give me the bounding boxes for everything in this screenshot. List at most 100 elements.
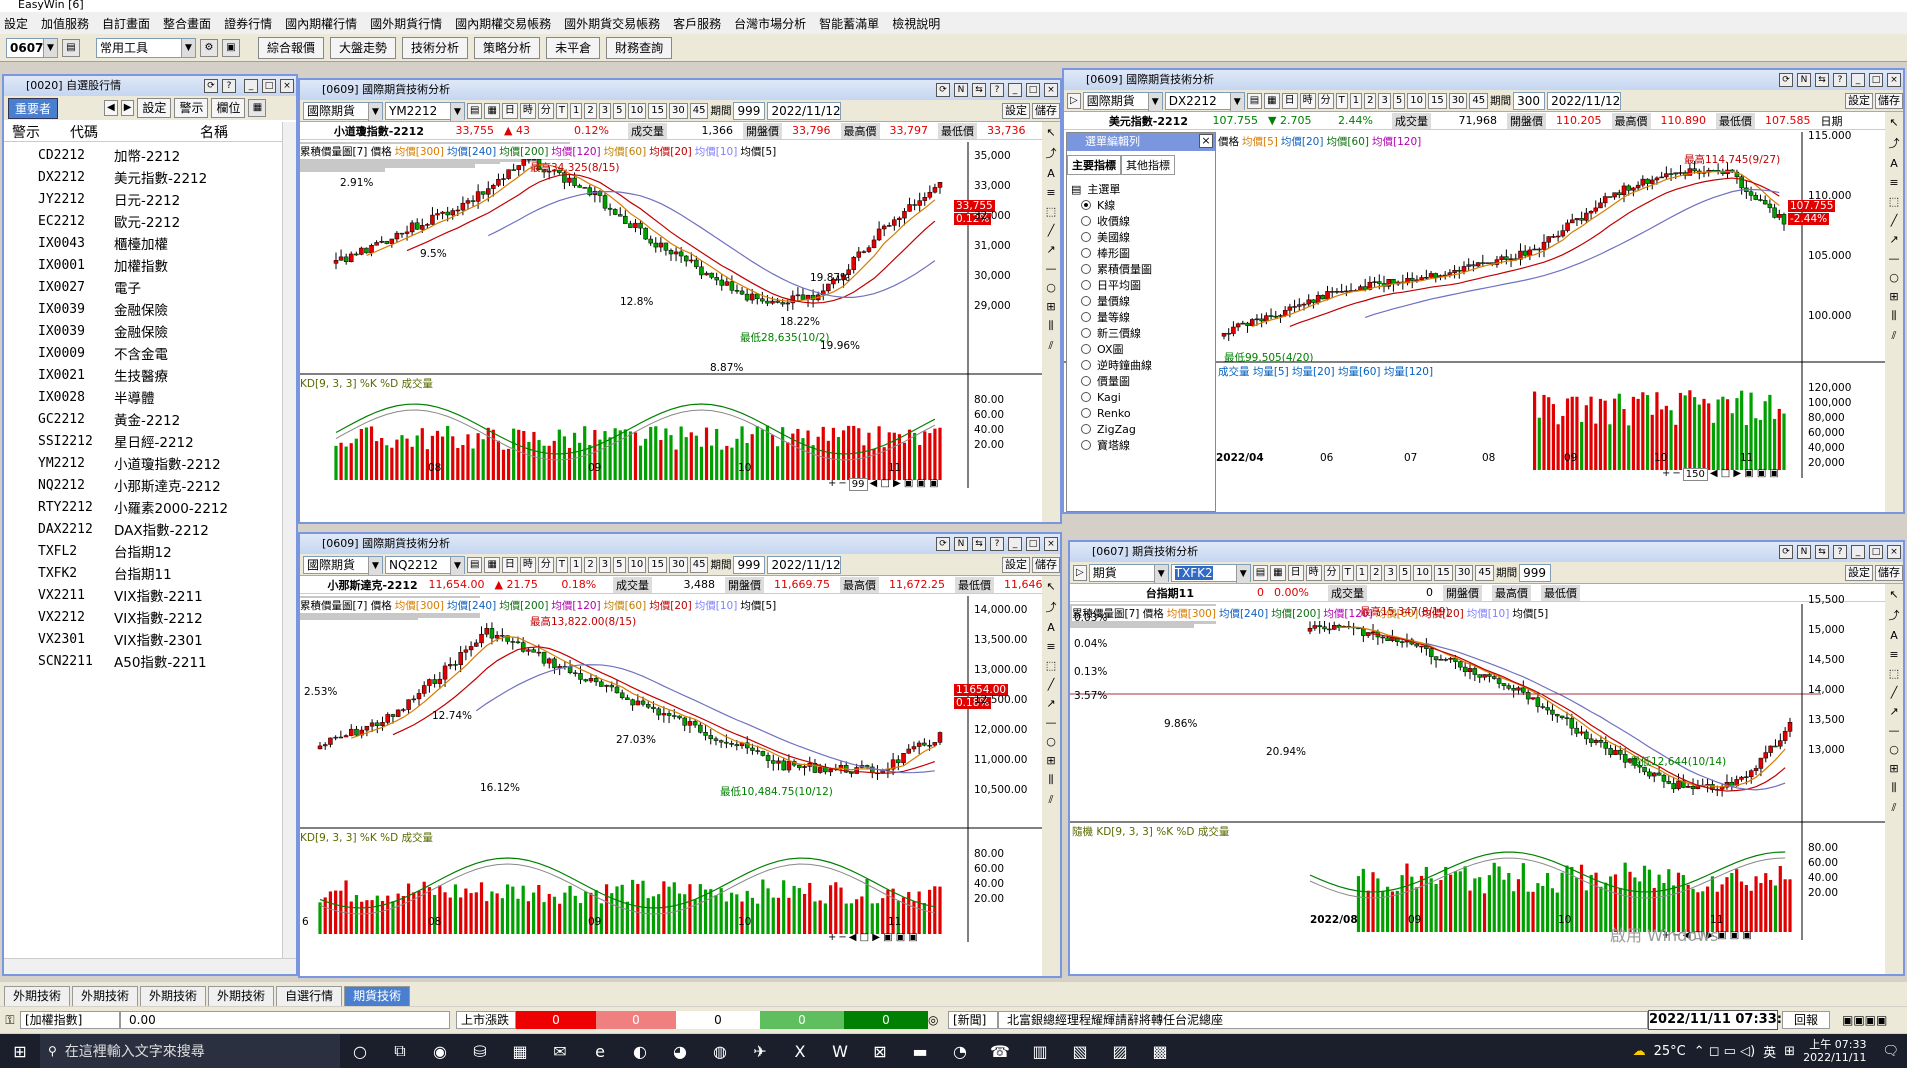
menu-item-10[interactable]: 台灣市場分析 <box>734 15 806 32</box>
indicator-option[interactable]: 累積價量圖 <box>1067 261 1215 277</box>
menu-item-4[interactable]: 證券行情 <box>224 15 272 32</box>
refresh-icon[interactable]: ⟳ <box>936 83 950 97</box>
layout-icons[interactable]: ▣▣▣▣ <box>1842 1013 1887 1027</box>
menu-item-5[interactable]: 國內期權行情 <box>285 15 357 32</box>
period-button-2[interactable]: 分 <box>537 102 554 119</box>
draw-tool-icon[interactable]: A <box>1047 621 1055 634</box>
watchlist-row[interactable]: IX0027 電子 <box>4 276 282 298</box>
draw-tool-icon[interactable]: ↖ <box>1889 116 1898 129</box>
draw-tool-icon[interactable]: A <box>1047 167 1055 180</box>
period-button-9[interactable]: 15 <box>1427 92 1447 109</box>
play-icon[interactable]: ▷ <box>1073 564 1087 581</box>
report-button[interactable]: 回報 <box>1782 1011 1830 1029</box>
calendar-icon[interactable]: ▦ <box>1264 92 1280 109</box>
draw-tool-icon[interactable]: ╱ <box>1048 678 1055 691</box>
market-combo[interactable]: 期貨 ▼ <box>1088 563 1169 583</box>
toolbar-button-4[interactable]: 未平倉 <box>546 36 601 59</box>
news-ticker[interactable]: 北富銀總經理程耀輝請辭將轉任台泥總座 <box>998 1011 1648 1029</box>
zoom-out-icon[interactable]: − <box>838 932 846 943</box>
maximize-icon[interactable]: □ <box>1026 537 1040 551</box>
chart-type-icon[interactable]: ▤ <box>467 102 483 119</box>
indicator-option[interactable]: 棒形圖 <box>1067 245 1215 261</box>
taskbar-app-icon[interactable]: ✉ <box>545 1039 575 1063</box>
draw-tool-icon[interactable]: ⤴ <box>1046 599 1057 615</box>
toolbar-button-1[interactable]: 大盤走勢 <box>330 36 397 59</box>
period-button-8[interactable]: 10 <box>627 102 647 119</box>
menu-item-8[interactable]: 國外期貨交易帳務 <box>564 15 660 32</box>
taskbar-app-icon[interactable]: ○ <box>345 1039 375 1063</box>
draw-tool-icon[interactable]: ○ <box>1046 281 1056 294</box>
n-icon[interactable]: N <box>1797 545 1811 559</box>
draw-tool-icon[interactable]: ↗ <box>1889 705 1898 718</box>
draw-tool-icon[interactable]: A <box>1890 629 1898 642</box>
watchlist-row[interactable]: VX2211 VIX指數-2211 <box>4 584 282 606</box>
draw-tool-icon[interactable]: ⫽ <box>1049 793 1054 807</box>
period-input[interactable]: 999 <box>733 555 766 574</box>
taskbar-app-icon[interactable]: ▧ <box>1065 1039 1095 1063</box>
menu-item-7[interactable]: 國內期權交易帳務 <box>455 15 551 32</box>
watchlist-hscrollbar[interactable] <box>4 958 296 974</box>
tree-root[interactable]: ▤ 主選單 <box>1067 181 1215 197</box>
indicator-option[interactable]: 收價線 <box>1067 213 1215 229</box>
watchlist-row[interactable]: IX0009 不含金電 <box>4 342 282 364</box>
ime-indicator[interactable]: 英 <box>1763 1042 1776 1061</box>
bottom-tab-1[interactable]: 外期技術 <box>72 986 139 1006</box>
zoom-out-icon[interactable]: − <box>838 478 846 491</box>
market-combo[interactable]: 國際期貨 ▼ <box>303 555 383 575</box>
period-button-1[interactable]: 時 <box>1299 92 1316 109</box>
menu-item-0[interactable]: 設定 <box>4 15 28 32</box>
link-icon[interactable]: ⇆ <box>972 83 986 97</box>
next-icon[interactable]: ▶ <box>120 100 135 116</box>
watchlist-row[interactable]: YM2212 小道瓊指數-2212 <box>4 452 282 474</box>
watchlist-row[interactable]: JY2212 日元-2212 <box>4 188 282 210</box>
zoom-in-icon[interactable]: + <box>1662 468 1670 481</box>
minimize-icon[interactable]: _ <box>1008 83 1022 97</box>
window-icon[interactable]: ▣ <box>222 38 240 57</box>
chart-save-button[interactable]: 儲存 <box>1032 102 1060 119</box>
indicator-option[interactable]: 價量圖 <box>1067 373 1215 389</box>
period-button-7[interactable]: 5 <box>1392 92 1406 109</box>
watchlist-row[interactable]: VX2212 VIX指數-2212 <box>4 606 282 628</box>
calendar-icon[interactable]: ▦ <box>484 102 500 119</box>
draw-tool-icon[interactable]: ↗ <box>1046 697 1055 710</box>
taskbar-app-icon[interactable]: ◔ <box>945 1039 975 1063</box>
watchlist-row[interactable]: CD2212 加幣-2212 <box>4 144 282 166</box>
gear-icon[interactable]: ⚙ <box>200 38 218 57</box>
draw-tool-icon[interactable]: ↗ <box>1889 233 1898 246</box>
period-button-7[interactable]: 5 <box>1398 564 1412 581</box>
refresh-icon[interactable]: ⟳ <box>1779 73 1793 87</box>
period-button-1[interactable]: 時 <box>1305 564 1322 581</box>
draw-tool-icon[interactable]: ⬚ <box>1889 667 1899 680</box>
toolbar-button-5[interactable]: 財務查詢 <box>606 36 673 59</box>
chart-save-button[interactable]: 儲存 <box>1875 92 1903 109</box>
panel-tab-0[interactable]: 主要指標 <box>1067 155 1121 175</box>
calendar-icon[interactable]: ▦ <box>1270 564 1286 581</box>
maximize-icon[interactable]: □ <box>1026 83 1040 97</box>
taskbar-app-icon[interactable]: ◐ <box>625 1039 655 1063</box>
indicator-option[interactable]: 逆時鐘曲線 <box>1067 357 1215 373</box>
period-button-7[interactable]: 5 <box>613 556 626 573</box>
play-icon[interactable]: ▷ <box>1067 92 1081 109</box>
ime-mode-icon[interactable]: ⊞ <box>1784 1044 1795 1059</box>
chart-save-button[interactable]: 儲存 <box>1875 564 1903 581</box>
watchlist-row[interactable]: RTY2212 小羅素2000-2212 <box>4 496 282 518</box>
chart-setting-button[interactable]: 設定 <box>1002 556 1030 573</box>
indicator-option[interactable]: K線 <box>1067 197 1215 213</box>
n-icon[interactable]: N <box>1797 73 1811 87</box>
chart-save-button[interactable]: 儲存 <box>1032 556 1060 573</box>
draw-tool-icon[interactable]: ⫼ <box>1891 309 1896 323</box>
bottom-tab-4[interactable]: 自選行情 <box>276 986 343 1006</box>
symbol-combo[interactable]: NQ2212 ▼ <box>385 555 465 575</box>
grid-icon[interactable]: ▦ <box>248 99 267 117</box>
link-icon[interactable]: ⇆ <box>1815 545 1829 559</box>
chart-type-icon[interactable]: ▤ <box>1252 564 1269 581</box>
taskbar-app-icon[interactable]: ⛁ <box>465 1039 495 1063</box>
close-icon[interactable]: × <box>1044 537 1058 551</box>
calendar-icon[interactable]: ▦ <box>484 556 500 573</box>
watchlist-row[interactable]: IX0043 櫃檯加權 <box>4 232 282 254</box>
period-button-5[interactable]: 2 <box>1370 564 1383 581</box>
period-button-11[interactable]: 45 <box>1469 92 1489 109</box>
indicator-option[interactable]: 量等線 <box>1067 309 1215 325</box>
close-icon[interactable]: × <box>1887 73 1901 87</box>
minimize-icon[interactable]: _ <box>1851 545 1865 559</box>
